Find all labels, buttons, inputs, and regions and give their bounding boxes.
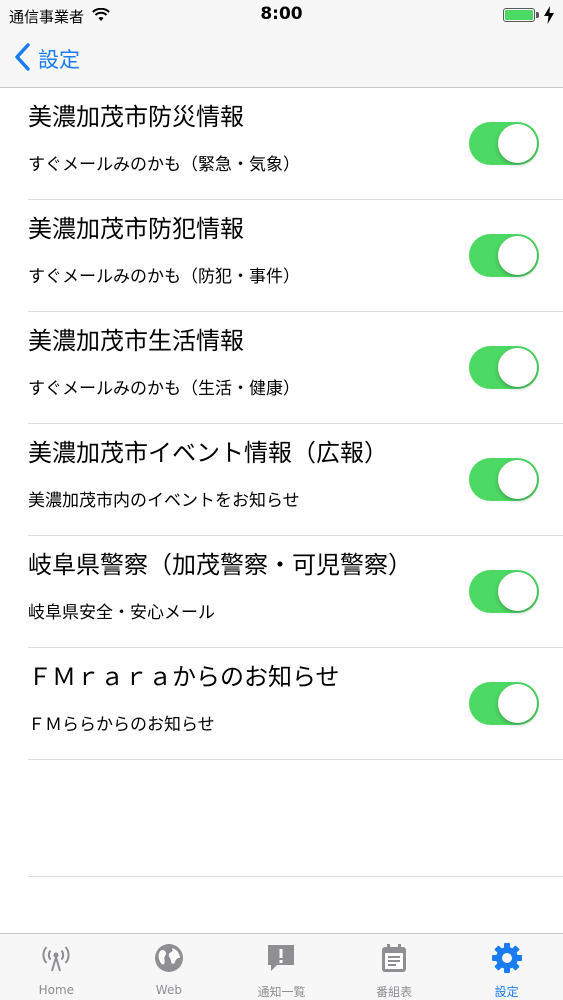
toggle-knob	[498, 348, 537, 387]
toggle-switch[interactable]	[469, 234, 539, 277]
setting-title: 美濃加茂市防犯情報	[28, 215, 244, 243]
tab-label: Web	[155, 983, 182, 997]
setting-subtitle: すぐメールみのかも（緊急・気象）	[28, 155, 300, 175]
notification-list-icon	[265, 942, 297, 974]
tab-settings[interactable]: 設定	[450, 934, 563, 1000]
list-separator	[28, 876, 563, 877]
tab-bar: Home Web 通知一覧 番組表 設定	[0, 933, 563, 1000]
setting-title: 美濃加茂市イベント情報（広報）	[28, 439, 388, 467]
tab-label: 通知一覧	[257, 985, 306, 999]
setting-subtitle: すぐメールみのかも（生活・健康）	[28, 379, 300, 399]
battery-icon	[503, 8, 535, 22]
setting-title: 美濃加茂市生活情報	[28, 327, 244, 355]
back-button[interactable]: 設定	[14, 42, 80, 76]
setting-row-disaster: 美濃加茂市防災情報 すぐメールみのかも（緊急・気象）	[28, 88, 563, 200]
navigation-bar: 設定	[0, 30, 563, 88]
toggle-knob	[498, 124, 537, 163]
toggle-switch[interactable]	[469, 122, 539, 165]
tab-notification-list[interactable]: 通知一覧	[225, 934, 338, 1000]
setting-subtitle: 岐阜県安全・安心メール	[28, 603, 215, 623]
setting-title: ＦＭｒａｒａからのお知らせ	[28, 663, 340, 691]
tab-label: 番組表	[376, 985, 413, 999]
globe-icon	[153, 942, 185, 974]
tab-label: 設定	[494, 985, 519, 999]
setting-subtitle: すぐメールみのかも（防犯・事件）	[28, 267, 300, 287]
tab-home[interactable]: Home	[0, 934, 113, 1000]
tab-web[interactable]: Web	[113, 934, 226, 1000]
clock: 8:00	[260, 4, 303, 24]
setting-subtitle: 美濃加茂市内のイベントをお知らせ	[28, 491, 300, 511]
tab-program-schedule[interactable]: 番組表	[338, 934, 451, 1000]
toggle-knob	[498, 460, 537, 499]
tab-label: Home	[38, 983, 75, 997]
setting-title: 美濃加茂市防災情報	[28, 103, 244, 131]
setting-row-fm: ＦＭｒａｒａからのお知らせ ＦＭららからのお知らせ	[28, 648, 563, 760]
setting-row-life: 美濃加茂市生活情報 すぐメールみのかも（生活・健康）	[28, 312, 563, 424]
toggle-knob	[498, 236, 537, 275]
charging-bolt-icon	[544, 6, 554, 28]
status-bar: 通信事業者 8:00	[0, 0, 563, 30]
battery-tip	[536, 12, 539, 18]
toggle-switch[interactable]	[469, 346, 539, 389]
toggle-knob	[498, 684, 537, 723]
calendar-icon	[378, 942, 410, 974]
setting-title: 岐阜県警察（加茂警察・可児警察）	[28, 551, 412, 579]
setting-row-police: 岐阜県警察（加茂警察・可児警察） 岐阜県安全・安心メール	[28, 536, 563, 648]
notification-settings-list: 美濃加茂市防災情報 すぐメールみのかも（緊急・気象） 美濃加茂市防犯情報 すぐメ…	[0, 88, 563, 760]
toggle-switch[interactable]	[469, 570, 539, 613]
broadcast-icon	[40, 942, 72, 974]
setting-row-crime: 美濃加茂市防犯情報 すぐメールみのかも（防犯・事件）	[28, 200, 563, 312]
chevron-left-icon	[14, 43, 30, 75]
toggle-knob	[498, 572, 537, 611]
setting-subtitle: ＦＭららからのお知らせ	[28, 715, 215, 735]
back-label: 設定	[38, 48, 80, 72]
toggle-switch[interactable]	[469, 458, 539, 501]
toggle-switch[interactable]	[469, 682, 539, 725]
gear-icon	[491, 942, 523, 974]
setting-row-event: 美濃加茂市イベント情報（広報） 美濃加茂市内のイベントをお知らせ	[28, 424, 563, 536]
